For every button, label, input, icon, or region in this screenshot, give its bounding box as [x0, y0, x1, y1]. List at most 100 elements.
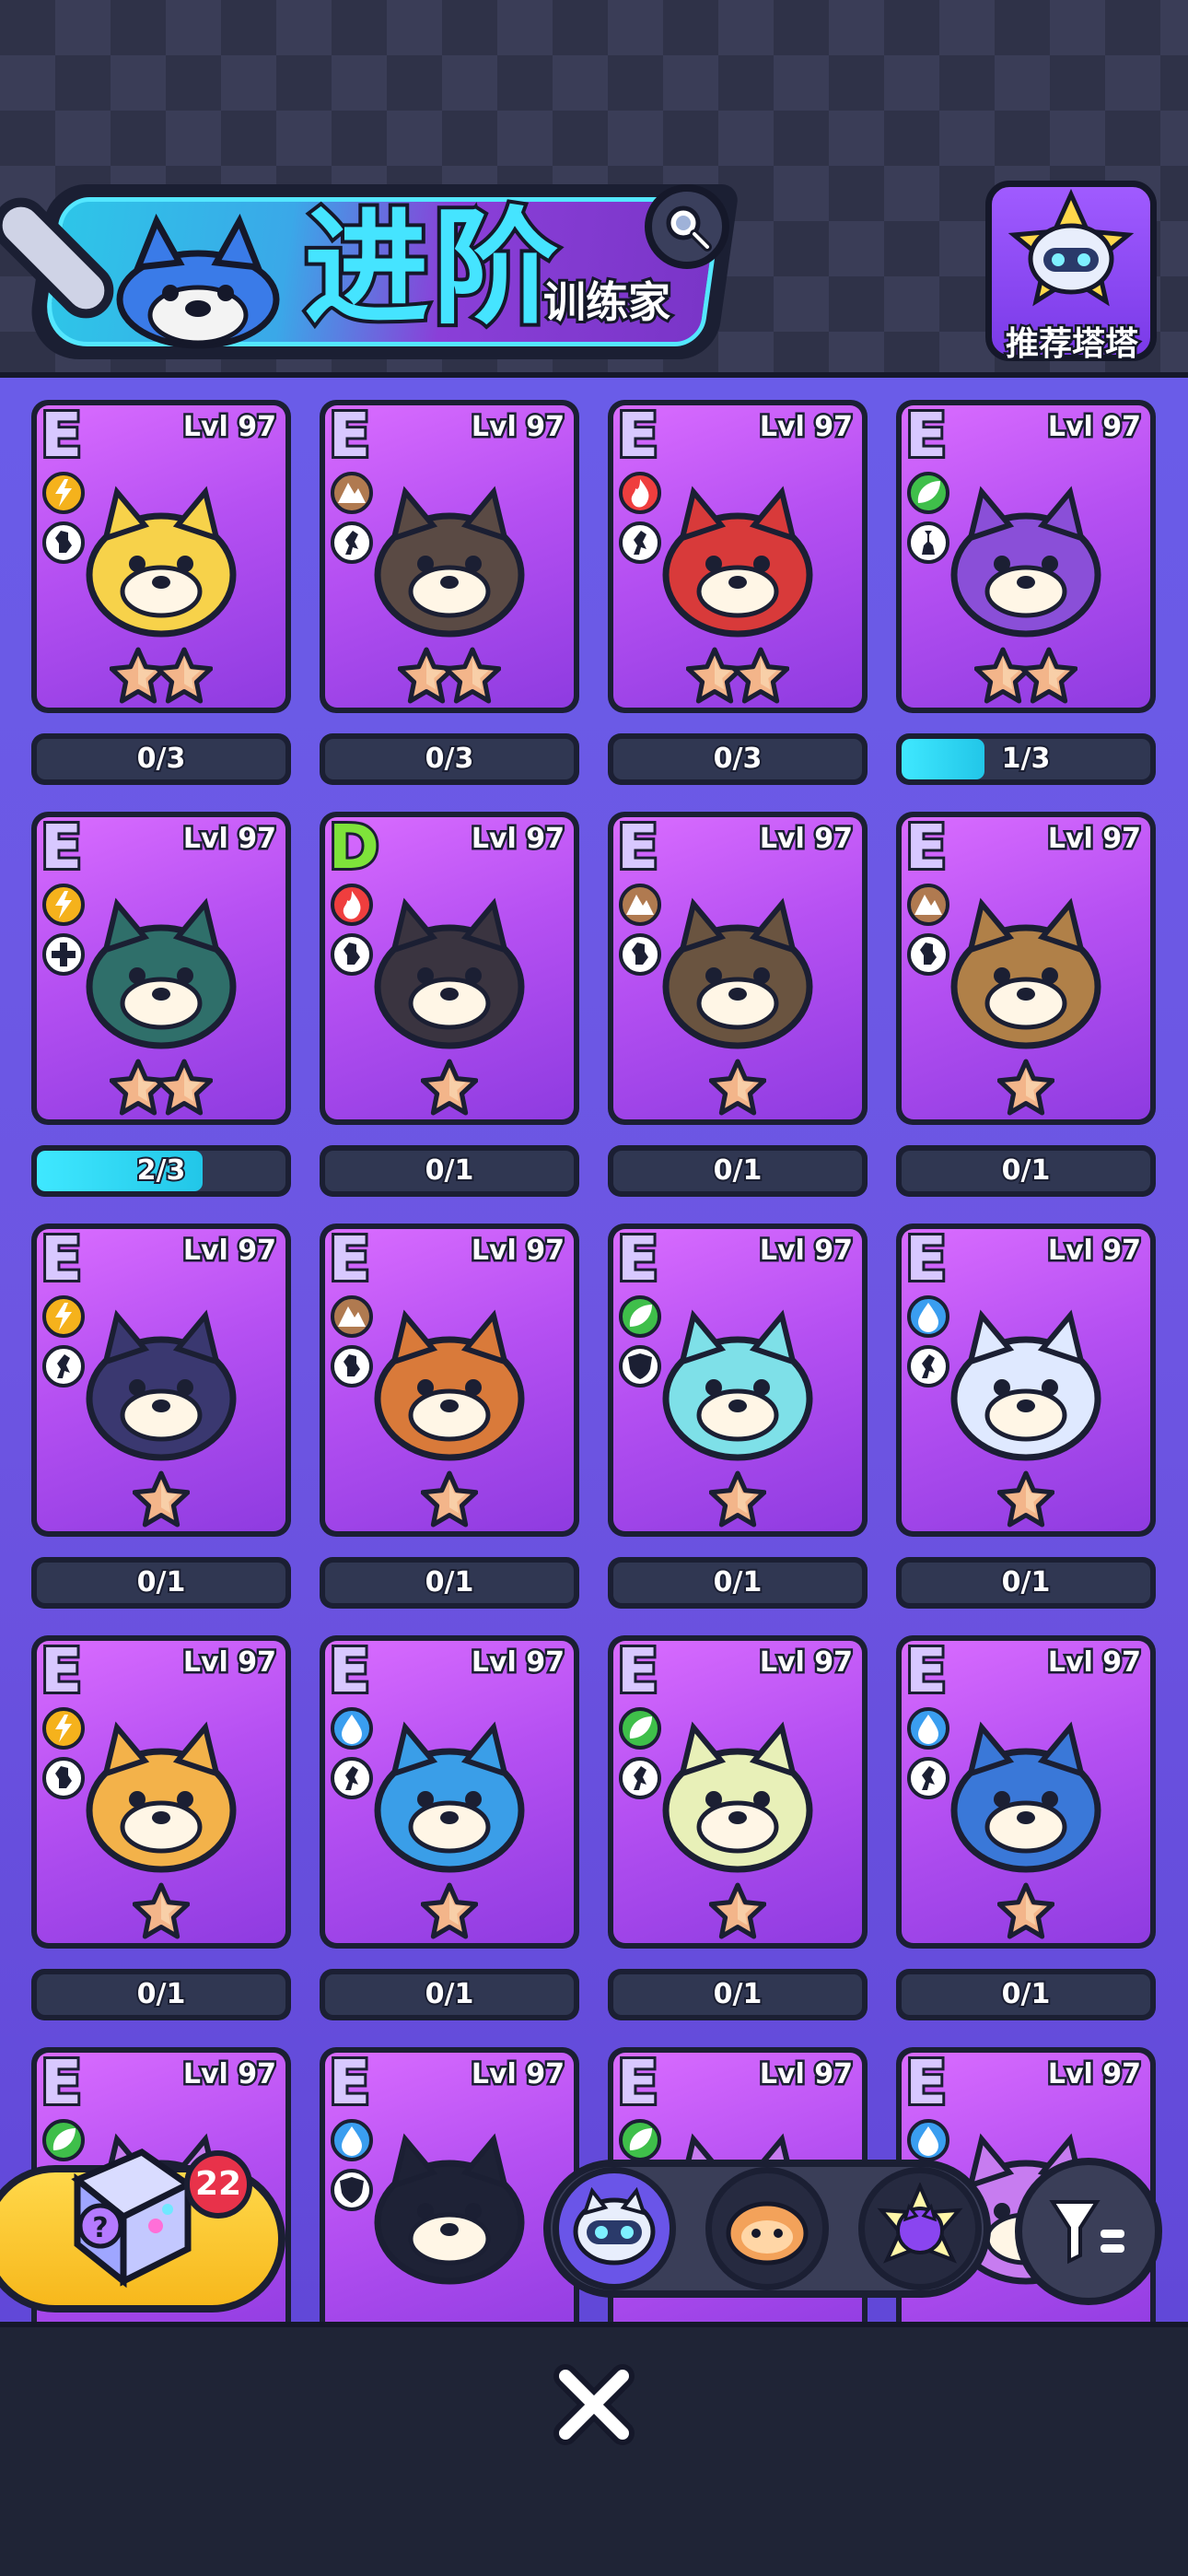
search-button[interactable] — [645, 184, 729, 269]
star-rating — [37, 1882, 285, 1939]
shard-progress-bar: 2/3 — [31, 1145, 291, 1197]
star-icon — [708, 1470, 767, 1528]
star-icon — [420, 1470, 479, 1528]
progress-label: 0/1 — [712, 1976, 764, 2012]
page-subtitle: 训练家 — [541, 275, 673, 330]
grade-label: E — [326, 1641, 373, 1706]
grade-label: E — [614, 1641, 661, 1706]
star-rating — [325, 647, 574, 704]
robot-star-icon — [1007, 188, 1135, 307]
octopus-creature-icon — [357, 1709, 542, 1888]
level-label: Lvl 97 — [757, 2056, 855, 2093]
creature-card[interactable]: E Lvl 97 — [31, 1224, 291, 1537]
progress-label: 0/1 — [712, 1564, 764, 1600]
grade-label: E — [614, 817, 661, 883]
jellyfish-creature-icon — [934, 1297, 1118, 1476]
progress-label: 0/3 — [424, 741, 476, 777]
shard-progress-bar: 0/1 — [608, 1969, 868, 2020]
level-label: Lvl 97 — [181, 1645, 278, 1681]
progress-label: 0/1 — [424, 1976, 476, 2012]
shard-progress-bar: 0/1 — [608, 1145, 868, 1197]
creature-card[interactable]: E Lvl 97 — [896, 1635, 1156, 1949]
creature-card[interactable]: E Lvl 97 — [896, 1224, 1156, 1537]
shard-progress-bar: 0/1 — [896, 1145, 1156, 1197]
star-icon — [708, 1882, 767, 1939]
card-face: E Lvl 97 — [613, 817, 862, 1119]
grade-label: E — [38, 1229, 85, 1294]
creature-card[interactable]: E Lvl 97 — [608, 1635, 868, 1949]
level-label: Lvl 97 — [1045, 1233, 1143, 1270]
fox-creature-icon — [69, 474, 253, 652]
creature-card[interactable]: D Lvl 97 — [320, 812, 579, 1125]
mystery-box-icon[interactable]: ? — [59, 2134, 197, 2290]
filter-icon — [1049, 2200, 1124, 2265]
creature-card[interactable]: E Lvl 97 — [320, 400, 579, 713]
level-label: Lvl 97 — [1045, 409, 1143, 446]
creature-card[interactable]: E Lvl 97 — [608, 812, 868, 1125]
star-icon — [132, 1470, 191, 1528]
level-label: Lvl 97 — [469, 821, 566, 858]
progress-label: 0/3 — [712, 741, 764, 777]
grade-label: E — [903, 1229, 949, 1294]
level-label: Lvl 97 — [469, 1645, 566, 1681]
card-face: E Lvl 97 — [902, 817, 1150, 1119]
tab-bread[interactable] — [705, 2167, 829, 2290]
progress-label: 0/3 — [135, 741, 188, 777]
progress-label: 2/3 — [135, 1153, 188, 1188]
close-button[interactable] — [548, 2359, 640, 2451]
grade-label: E — [903, 817, 949, 883]
creature-card[interactable]: E Lvl 97 — [896, 812, 1156, 1125]
level-label: Lvl 97 — [757, 821, 855, 858]
star-icon — [996, 1470, 1055, 1528]
shard-progress-bar: 0/1 — [31, 1557, 291, 1609]
page-title: 进阶 — [300, 193, 562, 345]
star-rating — [325, 1470, 574, 1528]
star-icon — [731, 647, 790, 704]
recommend-label: 推荐塔塔 — [1003, 323, 1140, 366]
level-label: Lvl 97 — [181, 409, 278, 446]
creature-card[interactable]: E Lvl 97 — [608, 400, 868, 713]
search-icon — [666, 205, 712, 252]
grade-label: E — [903, 405, 949, 471]
creature-card[interactable]: E Lvl 97 — [896, 400, 1156, 713]
shard-progress-bar: 0/3 — [320, 733, 579, 785]
card-face: E Lvl 97 — [325, 405, 574, 708]
shard-progress-bar: 0/1 — [608, 1557, 868, 1609]
dog-creature-icon — [357, 885, 542, 1064]
creature-card[interactable]: E Lvl 97 — [31, 400, 291, 713]
star-icon — [420, 1059, 479, 1116]
grade-label: E — [903, 2053, 949, 2118]
card-face: E Lvl 97 — [902, 405, 1150, 708]
card-face: E Lvl 97 — [325, 1229, 574, 1531]
star-icon — [420, 1882, 479, 1939]
star-rating — [37, 1470, 285, 1528]
lizard-creature-icon — [646, 885, 830, 1064]
creature-card[interactable]: E Lvl 97 — [320, 2047, 579, 2322]
tab-cat-gem[interactable] — [858, 2167, 982, 2290]
grade-label: E — [326, 405, 373, 471]
card-face: E Lvl 97 — [37, 1229, 285, 1531]
grade-label: E — [614, 405, 661, 471]
card-face: E Lvl 97 — [613, 1229, 862, 1531]
grade-label: E — [903, 1641, 949, 1706]
tab-robot[interactable] — [553, 2167, 676, 2290]
progress-label: 0/1 — [1000, 1564, 1053, 1600]
mushroom-creature-icon — [934, 474, 1118, 652]
card-face: E Lvl 97 — [325, 1641, 574, 1943]
level-label: Lvl 97 — [1045, 821, 1143, 858]
sort-filter-button[interactable] — [1015, 2158, 1162, 2305]
star-icon — [132, 1882, 191, 1939]
creature-card[interactable]: E Lvl 97 — [31, 812, 291, 1125]
robot-icon — [573, 2187, 656, 2266]
creature-card[interactable]: E Lvl 97 — [31, 1635, 291, 1949]
frog-creature-icon — [646, 1297, 830, 1476]
creature-card[interactable]: E Lvl 97 — [608, 1224, 868, 1537]
level-label: Lvl 97 — [469, 409, 566, 446]
creature-card[interactable]: E Lvl 97 — [320, 1635, 579, 1949]
mole-creature-icon — [357, 474, 542, 652]
creature-card[interactable]: E Lvl 97 — [320, 1224, 579, 1537]
star-icon — [1019, 647, 1078, 704]
bird-creature-icon — [646, 474, 830, 652]
star-rating — [902, 1059, 1150, 1116]
grade-label: E — [614, 1229, 661, 1294]
